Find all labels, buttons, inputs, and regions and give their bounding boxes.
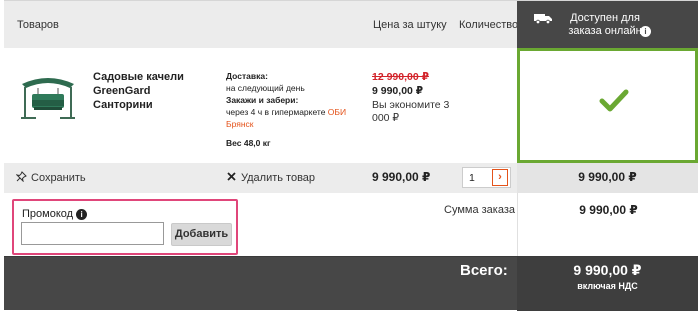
quantity-stepper[interactable]: 1 › (462, 167, 511, 188)
delivery-info: Доставка: на следующий день Закажи и заб… (226, 70, 361, 130)
pin-icon (16, 171, 27, 182)
product-name[interactable]: Садовые качели GreenGard Санторини (93, 70, 213, 112)
close-icon (227, 172, 236, 181)
truck-icon (534, 14, 552, 24)
checkmark-icon (599, 89, 629, 112)
cart-header: Товаров Цена за штуку Количество Доступе… (4, 0, 698, 49)
remove-item-label: Удалить товар (241, 172, 316, 184)
total-amount: 9 990,00 ₽ (573, 262, 642, 278)
pickup-title: Закажи и забери: (226, 95, 299, 105)
header-products: Товаров (17, 19, 59, 31)
info-icon[interactable]: i (640, 26, 651, 37)
header-price: Цена за штуку (373, 19, 447, 31)
row-total-price: 9 990,00 ₽ (372, 170, 431, 184)
quantity-increase-button[interactable]: › (492, 169, 508, 186)
cart-item-row: Садовые качели GreenGard Санторини Доста… (4, 48, 698, 163)
old-price: 12 990,00 ₽ (372, 71, 429, 83)
product-weight: Вес 48,0 кг (226, 138, 271, 148)
online-availability-cell (517, 48, 698, 163)
product-thumbnail[interactable] (18, 70, 78, 126)
unit-price: 9 990,00 ₽ (372, 85, 424, 97)
order-sum-value: 9 990,00 ₽ (579, 203, 638, 217)
savings-text: Вы экономите 3 000 ₽ (372, 99, 450, 124)
order-sum-cell: 9 990,00 ₽ (517, 193, 698, 256)
promo-code-input[interactable] (21, 222, 164, 245)
save-item-label: Сохранить (31, 172, 86, 184)
header-online-availability: Доступен для заказа онлайн i (517, 1, 698, 49)
delivery-title: Доставка: (226, 71, 268, 81)
quantity-input[interactable]: 1 (469, 172, 475, 184)
actions-right-cell: 9 990,00 ₽ (517, 163, 698, 193)
promo-label: Промокод i (22, 208, 88, 220)
remove-item-button[interactable]: Удалить товар (226, 171, 315, 184)
save-item-button[interactable]: Сохранить (16, 171, 86, 184)
order-sum-label: Сумма заказа (444, 204, 515, 216)
cart-table: Товаров Цена за штуку Количество Доступе… (4, 0, 698, 313)
pickup-text: через 4 ч в гипермаркете (226, 107, 328, 117)
promo-row: Промокод i Добавить Сумма заказа 9 990,00… (4, 193, 698, 256)
promo-code-box: Промокод i Добавить (12, 199, 238, 255)
delivery-text: на следующий день (226, 83, 305, 93)
header-quantity: Количество (459, 19, 519, 31)
vat-note: включая НДС (577, 281, 638, 291)
total-row: Всего: 9 990,00 ₽ включая НДС (4, 256, 698, 311)
info-icon[interactable]: i (76, 208, 88, 220)
right-row-total: 9 990,00 ₽ (578, 170, 637, 184)
total-label: Всего: (460, 262, 508, 279)
add-promo-button[interactable]: Добавить (171, 223, 232, 246)
cart-item-actions: Сохранить Удалить товар 9 990,00 ₽ 1 › 9… (4, 163, 698, 193)
total-cell: 9 990,00 ₽ включая НДС (517, 257, 698, 311)
